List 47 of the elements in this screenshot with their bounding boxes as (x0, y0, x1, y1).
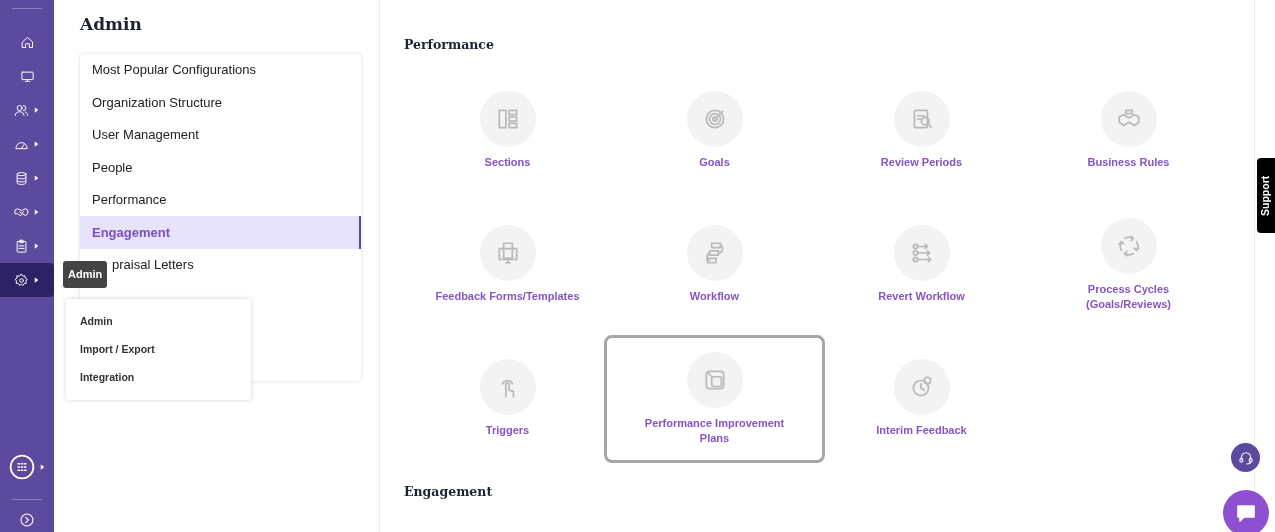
tile-label: Performance Improvement Plans (643, 415, 786, 446)
caret-icon (33, 139, 40, 149)
tile-label: Goals (699, 155, 730, 171)
menu-item[interactable]: People (80, 151, 361, 184)
caret-icon (33, 275, 40, 285)
people-icon (14, 102, 29, 118)
menu-item[interactable]: User Management (80, 118, 361, 151)
menu-item[interactable]: Engagement (80, 216, 361, 249)
tile-label: Interim Feedback (876, 423, 967, 439)
tile-label: Business Rules (1087, 155, 1170, 171)
headset-icon (1237, 449, 1254, 466)
tile-label: Feedback Forms/Templates (435, 289, 580, 305)
chat-button[interactable] (1223, 490, 1269, 532)
menu-item[interactable]: Organization Structure (80, 86, 361, 119)
section-heading: Performance (404, 36, 495, 54)
expand-icon (19, 512, 35, 528)
settings-icon (14, 272, 29, 288)
tooltip: Admin (63, 261, 108, 288)
tile-label: Sections (484, 155, 531, 171)
home-icon (19, 34, 35, 50)
caret-icon (33, 241, 40, 251)
caret-icon (33, 105, 40, 115)
flyout-item[interactable]: Import / Export (66, 335, 251, 364)
tile-label: Triggers (485, 423, 530, 439)
tile-label: Workflow (689, 289, 740, 305)
sidebar-item[interactable] (0, 263, 54, 297)
apps-icon (8, 454, 35, 480)
help-button[interactable] (1231, 443, 1260, 472)
database-icon (14, 170, 29, 186)
support-label: Support (1258, 175, 1273, 216)
menu-item[interactable]: Performance (80, 183, 361, 216)
tile-label: Process Cycles (Goals/Reviews) (1085, 281, 1172, 312)
tile-label: Revert Workflow (878, 289, 965, 305)
caret-icon (38, 462, 46, 472)
config-tile[interactable]: Performance Improvement Plans (604, 334, 825, 463)
monitor-icon (19, 68, 35, 84)
caret-icon (33, 207, 40, 217)
clipboard-icon (14, 238, 29, 254)
flyout-item[interactable]: Integration (66, 363, 251, 392)
panel-title: Admin (80, 13, 143, 36)
caret-icon (33, 173, 40, 183)
cycle-icon (1115, 232, 1142, 259)
menu-item[interactable]: Most Popular Configurations (80, 53, 361, 86)
tile-label: Review Periods (880, 155, 963, 171)
section-heading: Engagement (404, 482, 494, 501)
flyout-item[interactable]: Admin (66, 308, 251, 336)
support-tab[interactable]: Support (1257, 158, 1275, 233)
